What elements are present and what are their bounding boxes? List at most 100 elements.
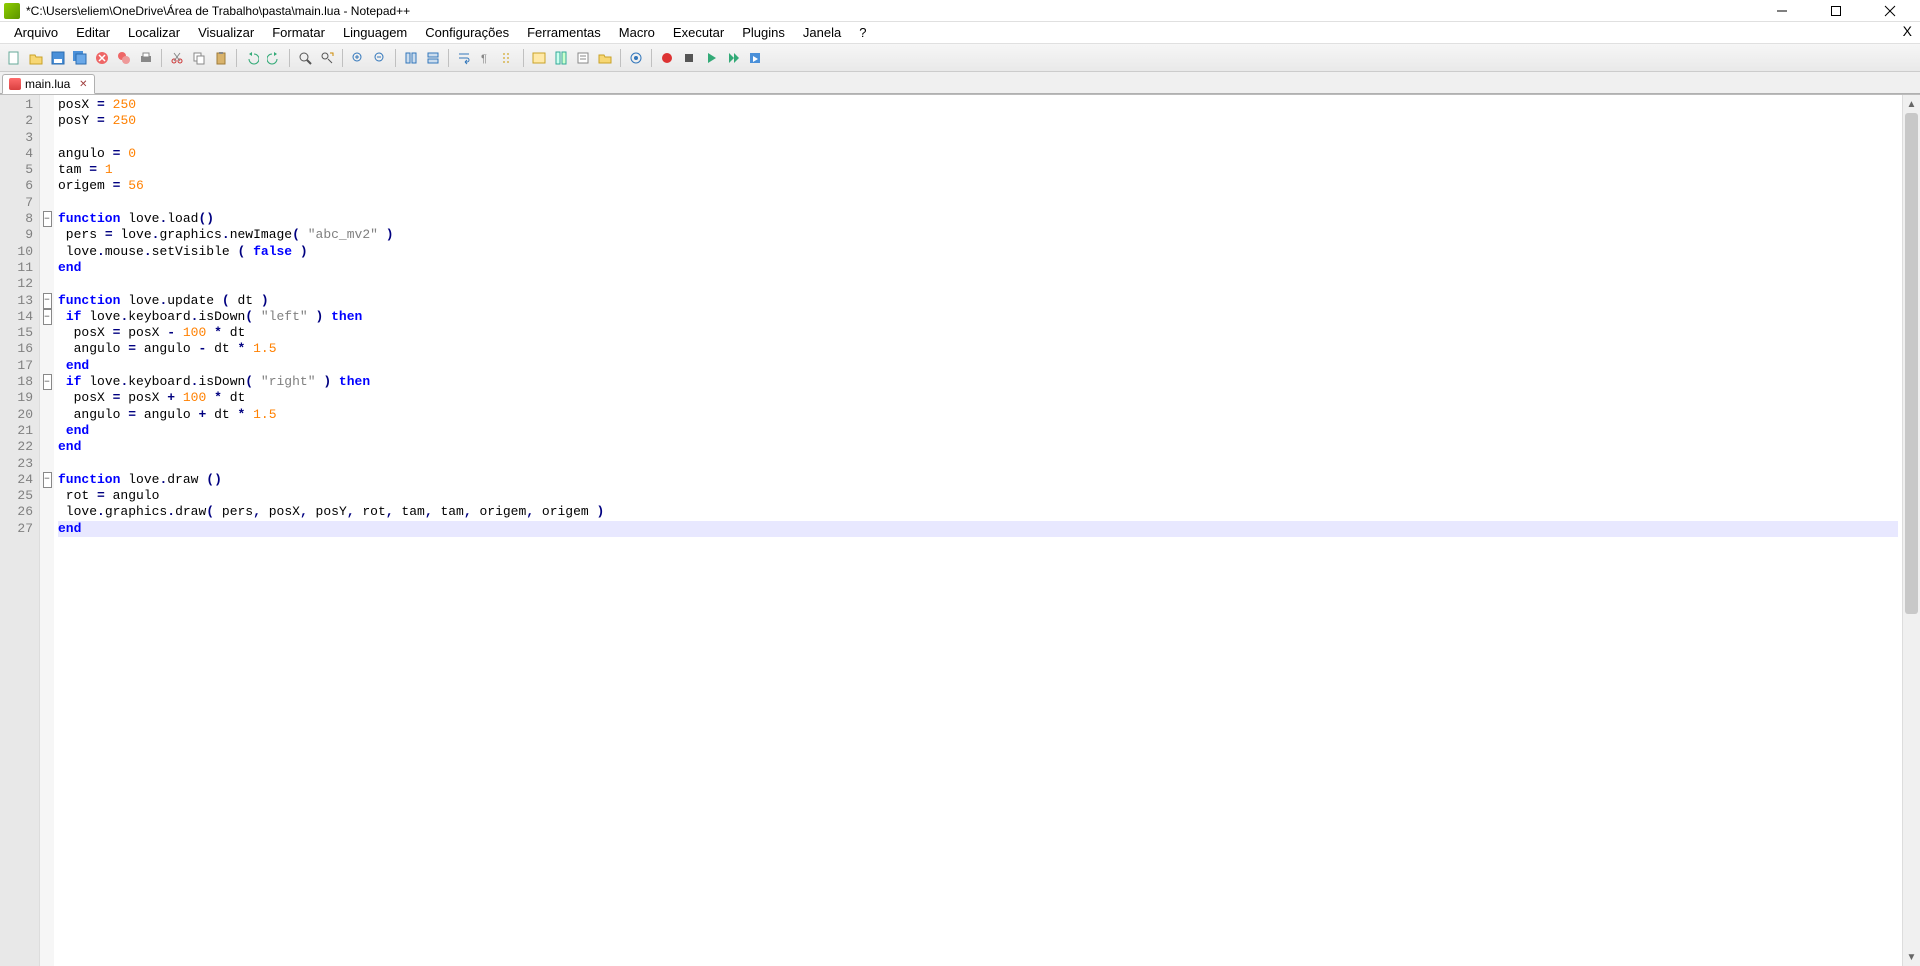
fold-toggle-icon[interactable]: − <box>43 472 52 488</box>
word-wrap-icon[interactable] <box>454 48 474 68</box>
code-line[interactable]: pers = love.graphics.newImage( "abc_mv2"… <box>58 227 1898 243</box>
fold-toggle-icon[interactable]: − <box>43 374 52 390</box>
tab-label: main.lua <box>25 77 70 91</box>
code-line[interactable]: function love.draw () <box>58 472 1898 488</box>
fold-toggle-icon[interactable]: − <box>43 293 52 309</box>
paste-icon[interactable] <box>211 48 231 68</box>
sync-vscroll-icon[interactable] <box>401 48 421 68</box>
show-all-chars-icon[interactable]: ¶ <box>476 48 496 68</box>
code-line[interactable]: end <box>58 423 1898 439</box>
code-line[interactable]: tam = 1 <box>58 162 1898 178</box>
close-file-icon[interactable] <box>92 48 112 68</box>
code-line[interactable] <box>58 195 1898 211</box>
menu-configuracoes[interactable]: Configurações <box>417 23 517 42</box>
code-line[interactable]: angulo = angulo + dt * 1.5 <box>58 407 1898 423</box>
code-line[interactable]: if love.keyboard.isDown( "left" ) then <box>58 309 1898 325</box>
zoom-in-icon[interactable] <box>348 48 368 68</box>
code-area[interactable]: posX = 250posY = 250 angulo = 0tam = 1ori… <box>54 95 1902 966</box>
code-line[interactable]: end <box>58 260 1898 276</box>
close-button[interactable] <box>1872 1 1908 21</box>
svg-text:¶: ¶ <box>481 53 487 65</box>
sync-hscroll-icon[interactable] <box>423 48 443 68</box>
menu-help[interactable]: ? <box>851 23 874 42</box>
tab-bar: main.lua ✕ <box>0 72 1920 94</box>
menu-linguagem[interactable]: Linguagem <box>335 23 415 42</box>
code-line[interactable]: origem = 56 <box>58 178 1898 194</box>
tab-close-icon[interactable]: ✕ <box>78 79 88 89</box>
title-bar: *C:\Users\eliem\OneDrive\Área de Trabalh… <box>0 0 1920 22</box>
menu-executar[interactable]: Executar <box>665 23 732 42</box>
new-file-icon[interactable] <box>4 48 24 68</box>
menu-localizar[interactable]: Localizar <box>120 23 188 42</box>
copy-icon[interactable] <box>189 48 209 68</box>
menu-arquivo[interactable]: Arquivo <box>6 23 66 42</box>
function-list-icon[interactable] <box>573 48 593 68</box>
code-line[interactable]: posX = posX - 100 * dt <box>58 325 1898 341</box>
menu-macro[interactable]: Macro <box>611 23 663 42</box>
menu-bar: Arquivo Editar Localizar Visualizar Form… <box>0 22 1920 44</box>
save-all-icon[interactable] <box>70 48 90 68</box>
menu-formatar[interactable]: Formatar <box>264 23 333 42</box>
menu-editar[interactable]: Editar <box>68 23 118 42</box>
close-all-icon[interactable] <box>114 48 134 68</box>
line-number-gutter: 1234567891011121314151617181920212223242… <box>0 95 40 966</box>
scroll-up-icon[interactable]: ▲ <box>1903 95 1920 113</box>
fold-toggle-icon[interactable]: − <box>43 211 52 227</box>
code-line[interactable]: end <box>58 521 1898 537</box>
save-macro-icon[interactable] <box>745 48 765 68</box>
indent-guide-icon[interactable] <box>498 48 518 68</box>
code-line[interactable] <box>58 276 1898 292</box>
stop-macro-icon[interactable] <box>679 48 699 68</box>
code-line[interactable]: function love.load() <box>58 211 1898 227</box>
menu-close-doc[interactable]: X <box>1903 23 1912 39</box>
code-line[interactable]: if love.keyboard.isDown( "right" ) then <box>58 374 1898 390</box>
code-line[interactable] <box>58 456 1898 472</box>
find-icon[interactable] <box>295 48 315 68</box>
vertical-scrollbar[interactable]: ▲ ▼ <box>1902 95 1920 966</box>
code-line[interactable]: rot = angulo <box>58 488 1898 504</box>
code-line[interactable]: angulo = 0 <box>58 146 1898 162</box>
replace-icon[interactable] <box>317 48 337 68</box>
fold-column: −−−−− <box>40 95 54 966</box>
window-title: *C:\Users\eliem\OneDrive\Área de Trabalh… <box>26 4 410 18</box>
menu-janela[interactable]: Janela <box>795 23 849 42</box>
code-line[interactable]: function love.update ( dt ) <box>58 293 1898 309</box>
code-line[interactable]: end <box>58 358 1898 374</box>
scroll-thumb[interactable] <box>1905 113 1918 614</box>
open-file-icon[interactable] <box>26 48 46 68</box>
code-line[interactable] <box>58 130 1898 146</box>
code-line[interactable]: love.graphics.draw( pers, posX, posY, ro… <box>58 504 1898 520</box>
scroll-down-icon[interactable]: ▼ <box>1903 948 1920 966</box>
save-icon[interactable] <box>48 48 68 68</box>
play-macro-icon[interactable] <box>701 48 721 68</box>
record-macro-icon[interactable] <box>657 48 677 68</box>
folder-panel-icon[interactable] <box>595 48 615 68</box>
app-icon <box>4 3 20 19</box>
print-icon[interactable] <box>136 48 156 68</box>
code-line[interactable]: posX = 250 <box>58 97 1898 113</box>
menu-visualizar[interactable]: Visualizar <box>190 23 262 42</box>
code-line[interactable]: posX = posX + 100 * dt <box>58 390 1898 406</box>
tab-main-lua[interactable]: main.lua ✕ <box>2 74 95 94</box>
code-line[interactable]: posY = 250 <box>58 113 1898 129</box>
code-line[interactable]: angulo = angulo - dt * 1.5 <box>58 341 1898 357</box>
fold-toggle-icon[interactable]: − <box>43 309 52 325</box>
editor: 1234567891011121314151617181920212223242… <box>0 94 1920 966</box>
monitor-icon[interactable] <box>626 48 646 68</box>
play-multi-icon[interactable] <box>723 48 743 68</box>
zoom-out-icon[interactable] <box>370 48 390 68</box>
code-line[interactable]: love.mouse.setVisible ( false ) <box>58 244 1898 260</box>
undo-icon[interactable] <box>242 48 262 68</box>
cut-icon[interactable] <box>167 48 187 68</box>
doc-map-icon[interactable] <box>551 48 571 68</box>
maximize-button[interactable] <box>1818 1 1854 21</box>
code-line[interactable]: end <box>58 439 1898 455</box>
window-buttons <box>1764 1 1916 21</box>
menu-ferramentas[interactable]: Ferramentas <box>519 23 609 42</box>
minimize-button[interactable] <box>1764 1 1800 21</box>
menu-plugins[interactable]: Plugins <box>734 23 793 42</box>
language-panel-icon[interactable] <box>529 48 549 68</box>
file-icon <box>9 78 21 90</box>
redo-icon[interactable] <box>264 48 284 68</box>
scroll-track[interactable] <box>1903 113 1920 948</box>
